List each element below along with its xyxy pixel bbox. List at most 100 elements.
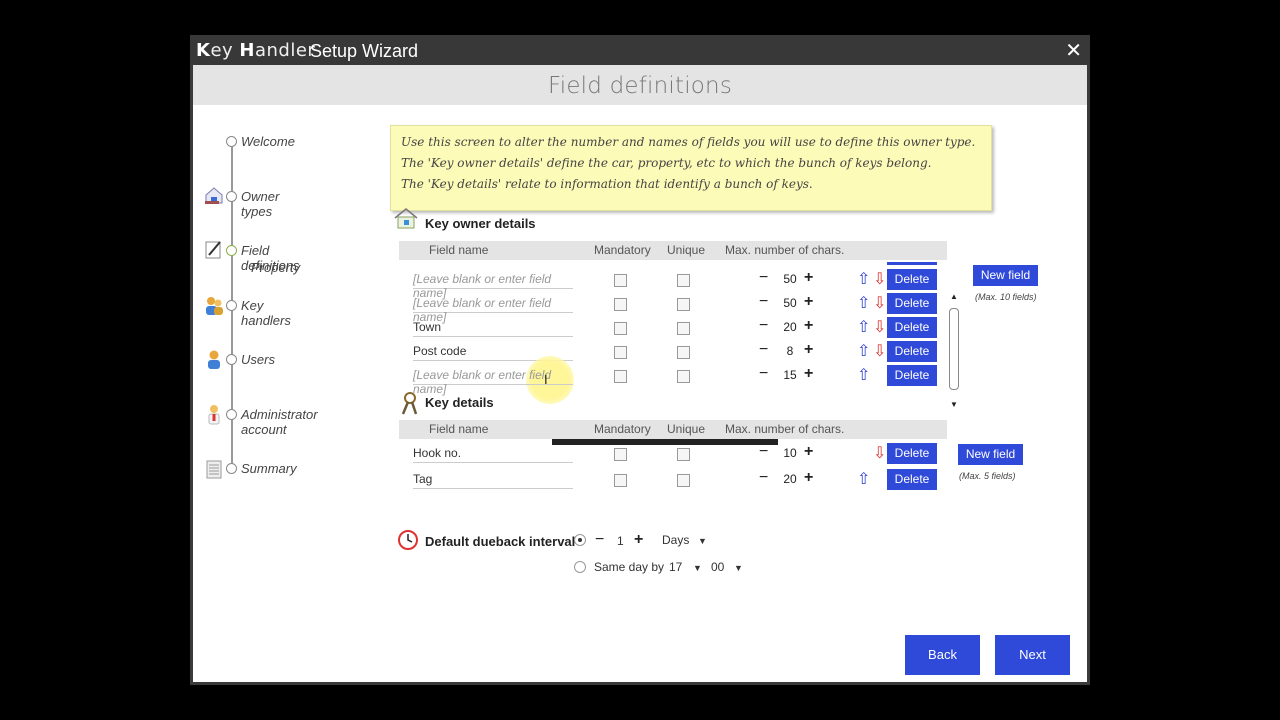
increase-button[interactable]: +	[804, 469, 813, 487]
unique-checkbox[interactable]	[677, 448, 690, 461]
unique-checkbox[interactable]	[677, 298, 690, 311]
page-header: Field definitions	[193, 65, 1087, 105]
chevron-down-icon: ▼	[698, 536, 707, 546]
owner-new-field-button[interactable]: New field	[973, 265, 1038, 286]
title-bar: Key Handler Setup Wizard ✕	[190, 35, 1090, 65]
unique-checkbox[interactable]	[677, 370, 690, 383]
same-day-label: Same day by	[594, 560, 665, 574]
move-up-icon[interactable]: ⇧	[857, 341, 870, 361]
move-down-icon[interactable]: ⇩	[873, 269, 886, 289]
col-mandatory: Mandatory	[594, 422, 651, 436]
step-welcome[interactable]: Welcome	[241, 134, 295, 149]
col-unique: Unique	[667, 422, 706, 436]
move-up-icon[interactable]: ⇧	[857, 269, 870, 289]
note-line: The 'Key details' relate to information …	[401, 177, 813, 191]
field-name-input[interactable]: [Leave blank or enter field name]	[413, 368, 573, 396]
field-name-input[interactable]: Tag	[413, 472, 573, 489]
delete-button[interactable]: Delete	[887, 469, 937, 490]
next-button[interactable]: Next	[995, 635, 1070, 675]
increase-button[interactable]: +	[804, 293, 813, 311]
increase-button[interactable]: +	[804, 365, 813, 383]
decrease-button[interactable]: −	[759, 443, 768, 461]
field-name-input[interactable]: [Leave blank or enter field name]	[413, 272, 573, 300]
step-owner-types[interactable]: Owner types	[241, 189, 279, 219]
unique-checkbox[interactable]	[677, 346, 690, 359]
decrease-button[interactable]: −	[759, 341, 768, 359]
decrease-button[interactable]: −	[759, 365, 768, 383]
mandatory-checkbox[interactable]	[614, 298, 627, 311]
field-name-input[interactable]: Town	[413, 320, 573, 337]
field-name-input[interactable]: Hook no.	[413, 446, 573, 463]
field-name-input[interactable]: [Leave blank or enter field name]	[413, 296, 573, 324]
step-field-definitions-sub: Property	[251, 260, 301, 275]
scroll-down-icon[interactable]: ▼	[950, 400, 958, 409]
move-down-icon[interactable]: ⇩	[873, 317, 886, 337]
interval-radio[interactable]	[574, 534, 586, 546]
move-down-icon[interactable]: ⇩	[873, 341, 886, 361]
minute-select[interactable]: 00 ▼	[709, 557, 749, 577]
chevron-down-icon: ▼	[734, 563, 743, 573]
delete-button[interactable]: Delete	[887, 443, 937, 464]
step-dot-key-handlers	[226, 300, 237, 311]
step-summary[interactable]: Summary	[241, 461, 297, 476]
mandatory-checkbox[interactable]	[614, 448, 627, 461]
increase-button[interactable]: +	[804, 317, 813, 335]
note-line: Use this screen to alter the number and …	[401, 135, 976, 149]
max-chars-value: 20	[783, 320, 797, 334]
unique-checkbox[interactable]	[677, 274, 690, 287]
info-note: Use this screen to alter the number and …	[390, 125, 992, 211]
increase-button[interactable]: +	[804, 269, 813, 287]
back-button[interactable]: Back	[905, 635, 980, 675]
decrease-button[interactable]: −	[759, 317, 768, 335]
decrease-button[interactable]: −	[759, 269, 768, 287]
hour-select[interactable]: 17 ▼	[667, 557, 707, 577]
mandatory-checkbox[interactable]	[614, 322, 627, 335]
interval-decrease-button[interactable]: −	[595, 531, 604, 549]
step-key-handlers[interactable]: Key handlers	[241, 298, 291, 328]
mandatory-checkbox[interactable]	[614, 274, 627, 287]
same-day-radio[interactable]	[574, 561, 586, 573]
decrease-button[interactable]: −	[759, 293, 768, 311]
col-max-chars: Max. number of chars.	[725, 243, 845, 257]
move-up-icon[interactable]: ⇧	[857, 365, 870, 385]
owner-max-fields-note: (Max. 10 fields)	[975, 292, 1037, 302]
unique-checkbox[interactable]	[677, 474, 690, 487]
increase-button[interactable]: +	[804, 443, 813, 461]
col-field-name: Field name	[429, 422, 489, 436]
delete-button[interactable]: Delete	[887, 269, 937, 290]
window-title: Setup Wizard	[310, 41, 419, 61]
scrolled-delete-edge	[887, 262, 937, 265]
unique-checkbox[interactable]	[677, 322, 690, 335]
keys-icon	[400, 392, 420, 421]
interval-increase-button[interactable]: +	[634, 531, 643, 549]
move-up-icon[interactable]: ⇧	[857, 293, 870, 313]
scroll-up-icon[interactable]: ▲	[950, 292, 958, 301]
step-users[interactable]: Users	[241, 352, 275, 367]
mandatory-checkbox[interactable]	[614, 474, 627, 487]
step-administrator-account[interactable]: Administrator account	[241, 407, 318, 437]
logo-text-ey: ey	[210, 40, 240, 61]
move-down-icon[interactable]: ⇩	[873, 293, 886, 313]
max-chars-value: 50	[783, 296, 797, 310]
scroll-thumb[interactable]	[949, 308, 959, 390]
delete-button[interactable]: Delete	[887, 317, 937, 338]
delete-button[interactable]: Delete	[887, 341, 937, 362]
owner-table-scrollbar[interactable]: ▲ ▼	[949, 292, 959, 416]
interval-unit-select[interactable]: Days ▼	[660, 531, 708, 551]
move-up-icon[interactable]: ⇧	[857, 317, 870, 337]
key-owner-details-title: Key owner details	[425, 216, 536, 231]
table-row: [Leave blank or enter field name] − 50 +…	[399, 268, 947, 300]
close-icon[interactable]: ✕	[1065, 38, 1082, 63]
col-max-chars: Max. number of chars.	[725, 422, 845, 436]
move-up-icon[interactable]: ⇧	[857, 469, 870, 489]
move-down-icon[interactable]: ⇩	[873, 443, 886, 463]
delete-button[interactable]: Delete	[887, 365, 937, 386]
keyd-table-header: Field name Mandatory Unique Max. number …	[399, 420, 947, 439]
mandatory-checkbox[interactable]	[614, 370, 627, 383]
delete-button[interactable]: Delete	[887, 293, 937, 314]
step-dot-summary	[226, 463, 237, 474]
keyd-new-field-button[interactable]: New field	[958, 444, 1023, 465]
mandatory-checkbox[interactable]	[614, 346, 627, 359]
increase-button[interactable]: +	[804, 341, 813, 359]
decrease-button[interactable]: −	[759, 469, 768, 487]
